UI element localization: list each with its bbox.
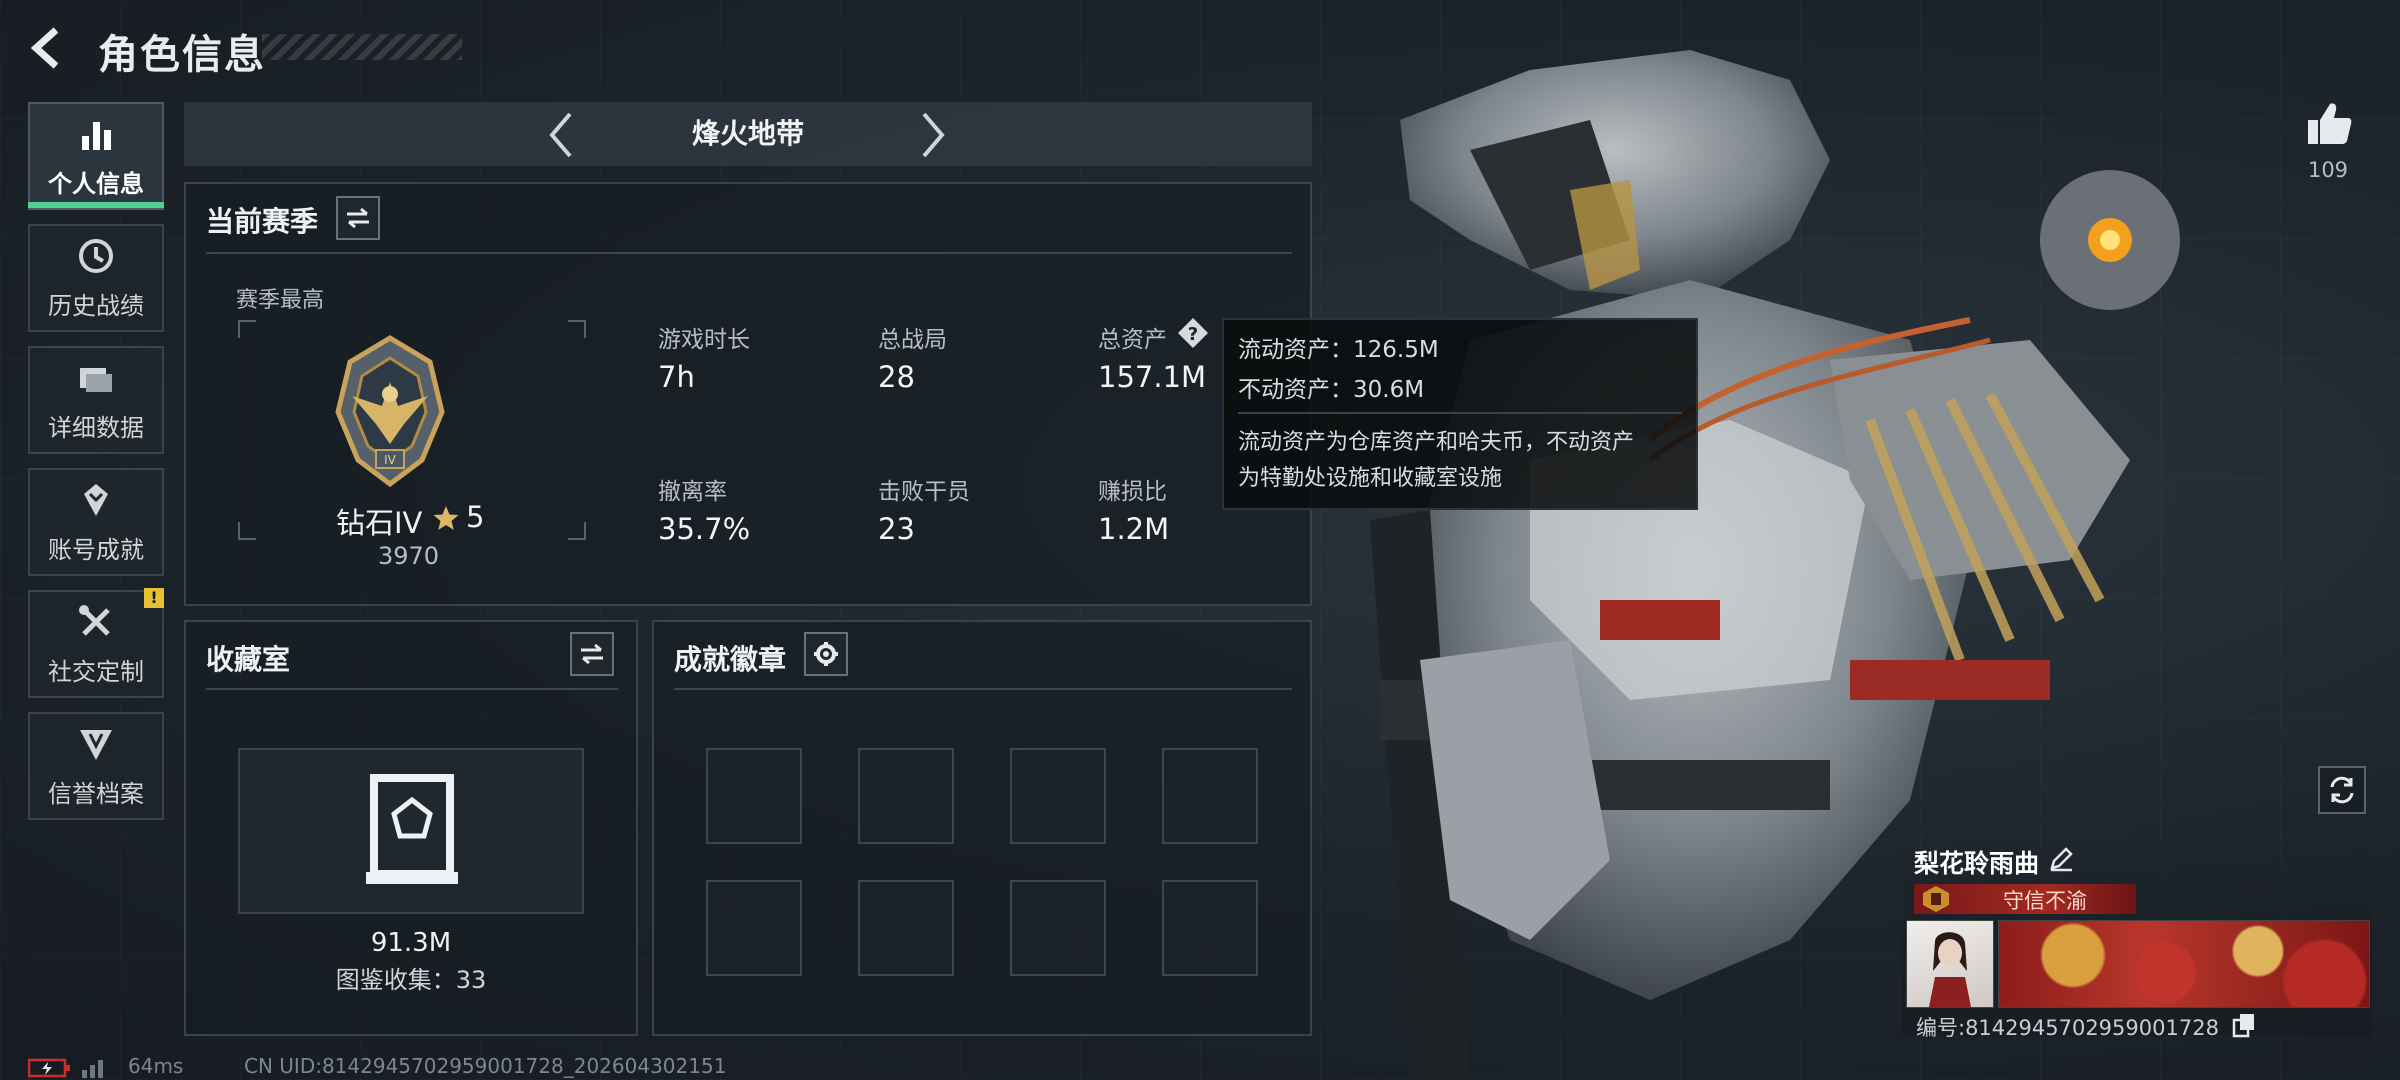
badge-slot[interactable]: [1162, 880, 1258, 976]
edit-pencil-icon[interactable]: [2048, 846, 2074, 872]
nav-item-label: 个人信息: [48, 169, 144, 198]
badge-slot[interactable]: [858, 748, 954, 844]
back-arrow-icon[interactable]: [26, 26, 70, 70]
nav-item-reputation[interactable]: 信誉档案: [28, 712, 164, 820]
nav-active-indicator: [28, 202, 164, 208]
frame-corner: [238, 320, 256, 338]
nav-item-achievements[interactable]: 账号成就: [28, 468, 164, 576]
refresh-icon: [2330, 776, 2354, 804]
badges-panel-title: 成就徽章: [674, 643, 787, 676]
achievement-icon: [84, 483, 108, 516]
refresh-button[interactable]: [2318, 766, 2366, 814]
ping-readout: 64ms: [128, 1054, 184, 1078]
divider: [206, 252, 1292, 254]
signal-icon: [82, 1060, 103, 1078]
badge-slot[interactable]: [706, 880, 802, 976]
honor-title: 守信不渝: [2003, 889, 2087, 913]
like-count: 109: [2307, 158, 2349, 182]
rank-name: 钻石IV: [336, 506, 423, 540]
history-clock-icon: [79, 238, 113, 273]
rank-emblem-icon: IV: [335, 335, 445, 488]
shield-emblem-icon: [80, 729, 112, 760]
honor-emblem-icon: [1923, 886, 1949, 912]
rank-stars: 5: [466, 500, 485, 534]
swap-icon: [581, 643, 603, 665]
stat-value-total-assets: 157.1M: [1098, 360, 1207, 394]
tooltip-liquid-assets: 流动资产：126.5M: [1238, 337, 1439, 363]
player-id: 编号:8142945702959001728: [1916, 1016, 2219, 1040]
vault-icon: [366, 774, 458, 884]
nav-item-history[interactable]: 历史战绩: [28, 224, 164, 332]
svg-text:IV: IV: [384, 453, 397, 467]
uid-readout: CN UID:8142945702959001728_202604302151: [244, 1054, 727, 1078]
collection-subtitle: 图鉴收集：33: [335, 966, 487, 994]
player-name-card-banner[interactable]: [1998, 920, 2370, 1008]
folder-icon: [80, 367, 112, 392]
player-name: 梨花聆雨曲: [1914, 849, 2040, 878]
collection-switch-button[interactable]: [570, 632, 614, 676]
nav-item-label: 信誉档案: [48, 779, 144, 808]
badge-slot[interactable]: [1010, 748, 1106, 844]
nav-item-label: 账号成就: [48, 535, 144, 564]
tooltip-fixed-assets: 不动资产：30.6M: [1238, 377, 1425, 403]
frame-corner: [568, 522, 586, 540]
swap-icon: [347, 207, 369, 229]
stat-value-profit-ratio: 1.2M: [1098, 512, 1170, 546]
chevron-right-icon[interactable]: [918, 110, 948, 160]
chevron-left-icon[interactable]: [546, 110, 576, 160]
title-decoration: [262, 34, 462, 60]
nav-item-personal-info[interactable]: 个人信息: [28, 102, 164, 210]
nav-item-label: 详细数据: [48, 413, 144, 442]
stat-value-kills: 23: [878, 512, 915, 546]
copy-icon[interactable]: [2232, 1012, 2256, 1038]
notification-badge: !: [144, 588, 164, 608]
nav-item-detailed-data[interactable]: 详细数据: [28, 346, 164, 454]
battery-icon: [28, 1058, 70, 1078]
thumbs-up-icon[interactable]: [2306, 100, 2352, 146]
star-icon: [433, 506, 459, 530]
season-best-label: 赛季最高: [236, 288, 325, 313]
rank-score: 3970: [378, 542, 440, 570]
nav-item-label: 历史战绩: [48, 291, 144, 320]
tooltip-description-2: 为特勤处设施和收藏室设施: [1238, 466, 1503, 491]
stat-value-extract-rate: 35.7%: [658, 512, 751, 546]
divider: [674, 688, 1292, 690]
page-title: 角色信息: [98, 32, 266, 78]
season-panel-title: 当前赛季: [206, 205, 319, 238]
stat-value-play-time: 7h: [658, 360, 695, 394]
svg-text:?: ?: [1188, 324, 1198, 345]
badge-slot[interactable]: [1010, 880, 1106, 976]
assets-tooltip: 流动资产：126.5M 不动资产：30.6M 流动资产为仓库资产和哈夫币，不动资…: [1222, 318, 1698, 510]
help-icon[interactable]: ?: [1176, 316, 1210, 350]
stat-label-total-assets: 总资产: [1098, 327, 1167, 353]
frame-corner: [238, 522, 256, 540]
tooltip-divider: [1238, 412, 1682, 414]
stat-label-extract-rate: 撤离率: [658, 479, 727, 505]
player-avatar[interactable]: [1906, 920, 1994, 1008]
stat-label-profit-ratio: 赚损比: [1098, 479, 1167, 505]
nav-item-label: 社交定制: [48, 657, 144, 686]
avatar-portrait: [1929, 932, 1971, 1007]
badge-slot[interactable]: [1162, 748, 1258, 844]
tooltip-description-1: 流动资产为仓库资产和哈夫币，不动资产: [1238, 430, 1635, 455]
divider: [206, 688, 618, 690]
stat-label-kills: 击败干员: [878, 479, 970, 505]
gear-icon: [814, 642, 838, 666]
collection-panel-title: 收藏室: [206, 643, 291, 676]
frame-corner: [568, 320, 586, 338]
badge-slot[interactable]: [858, 880, 954, 976]
badges-settings-button[interactable]: [804, 632, 848, 676]
bar-chart-icon: [82, 121, 111, 150]
tools-icon: [79, 604, 110, 636]
mode-label: 烽火地带: [691, 117, 804, 150]
stat-value-total-matches: 28: [878, 360, 915, 394]
season-switch-button[interactable]: [336, 196, 380, 240]
collection-value: 91.3M: [370, 928, 452, 958]
badge-slot[interactable]: [706, 748, 802, 844]
stat-label-total-matches: 总战局: [878, 327, 947, 353]
stat-label-play-time: 游戏时长: [658, 327, 750, 353]
